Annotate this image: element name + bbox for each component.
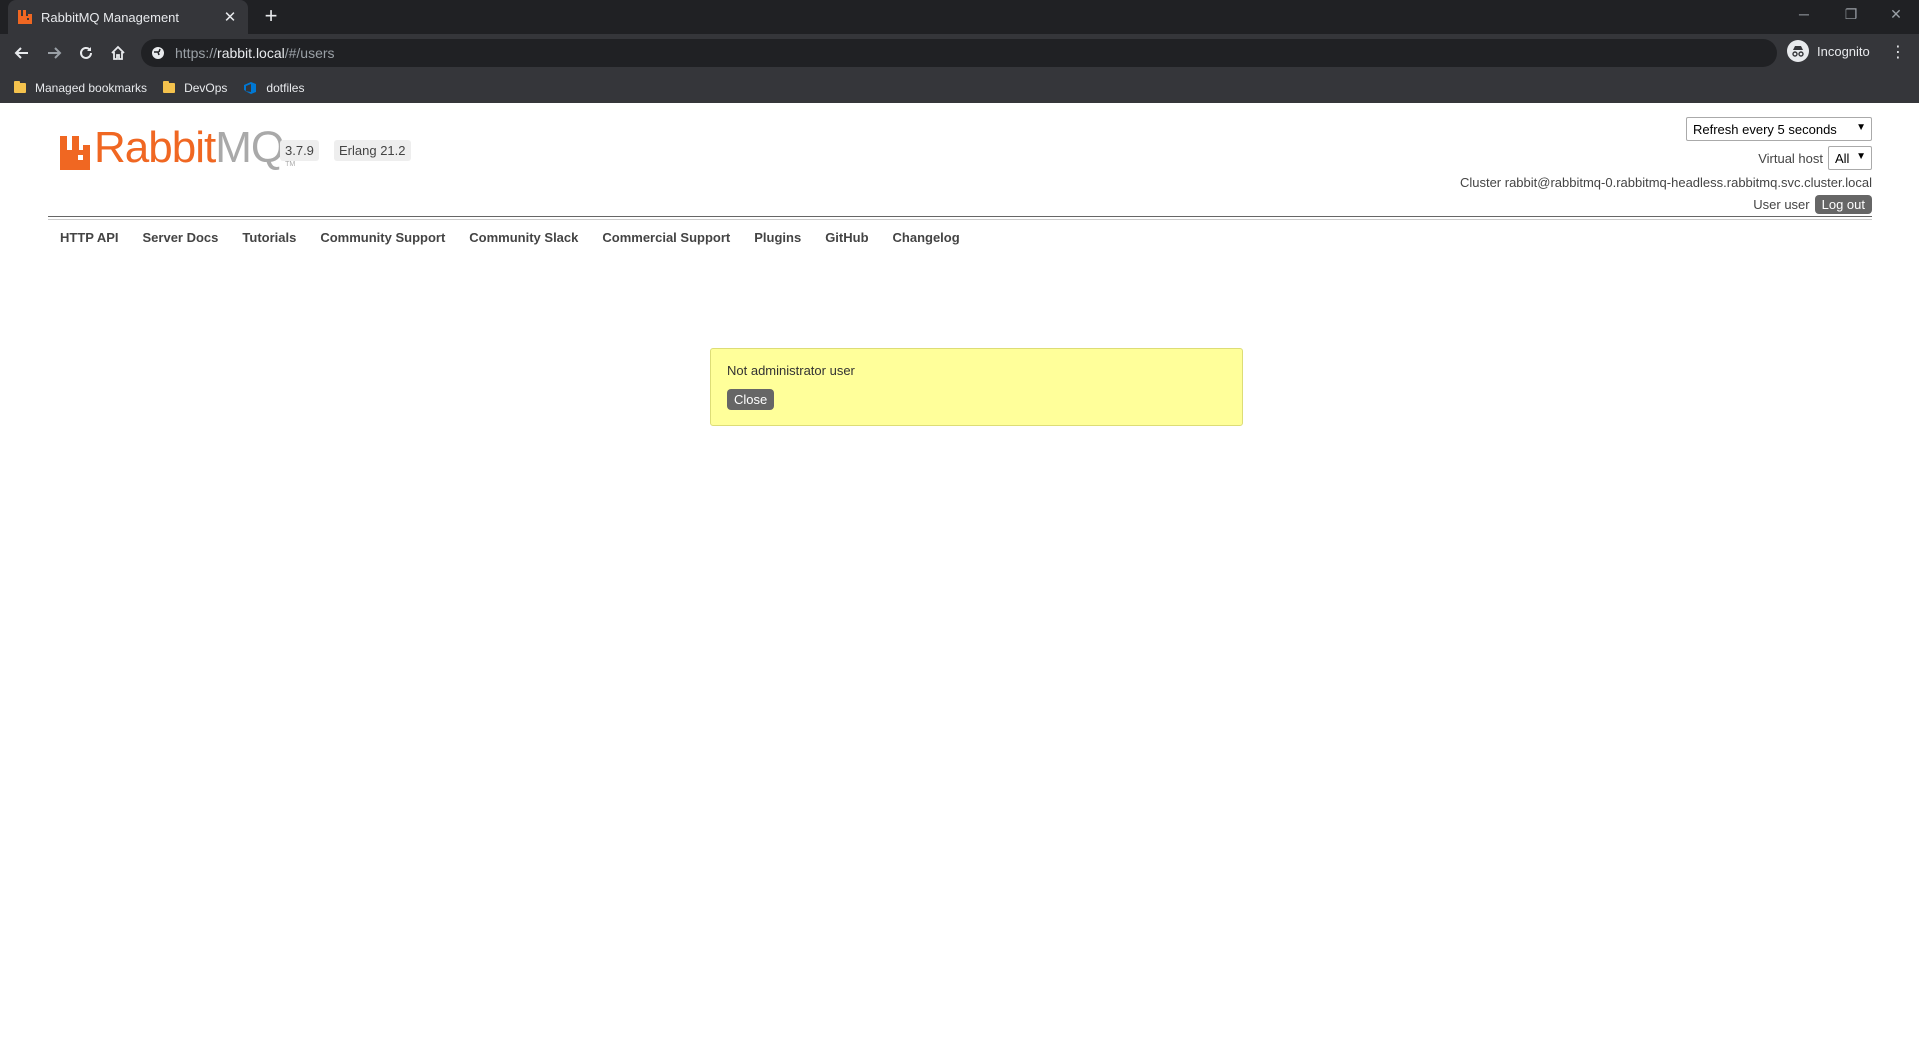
- minimize-icon[interactable]: ─: [1789, 6, 1819, 22]
- nav-link-github[interactable]: GitHub: [825, 230, 868, 245]
- rabbitmq-favicon-icon: [18, 10, 32, 24]
- bookmarks-bar: Managed bookmarks DevOps dotfiles: [0, 72, 1919, 103]
- error-alert: Not administrator user Close: [710, 348, 1243, 426]
- home-icon: [111, 45, 125, 60]
- nav-link-plugins[interactable]: Plugins: [754, 230, 801, 245]
- back-arrow-icon: [14, 47, 28, 59]
- erlang-badge: Erlang 21.2: [334, 140, 411, 161]
- header-divider-secondary: [48, 219, 1872, 220]
- cluster-info: Cluster rabbit@rabbitmq-0.rabbitmq-headl…: [1459, 175, 1872, 190]
- dropdown-arrow-icon: ▼: [1856, 122, 1866, 133]
- footer-nav-links: HTTP API Server Docs Tutorials Community…: [60, 230, 984, 245]
- nav-link-server-docs[interactable]: Server Docs: [143, 230, 219, 245]
- rabbitmq-page: RabbitMQ TM 3.7.9 Erlang 21.2 Refresh ev…: [0, 103, 1919, 1040]
- nav-link-community-support[interactable]: Community Support: [320, 230, 445, 245]
- header-divider: [48, 216, 1872, 217]
- new-tab-button[interactable]: +: [258, 4, 284, 30]
- restore-icon[interactable]: ❐: [1836, 6, 1866, 23]
- virtual-host-label: Virtual host: [1758, 150, 1823, 166]
- rabbitmq-logo-icon: [60, 136, 90, 170]
- incognito-icon: [1787, 40, 1809, 62]
- reload-icon: [80, 46, 92, 59]
- browser-tab[interactable]: RabbitMQ Management ✕: [8, 0, 248, 34]
- tab-strip: RabbitMQ Management ✕ + ─ ❐ ✕: [0, 0, 1919, 34]
- forward-button[interactable]: [38, 37, 70, 69]
- azure-devops-icon: [244, 81, 257, 94]
- dropdown-arrow-icon: ▼: [1856, 151, 1866, 162]
- folder-icon: [163, 80, 176, 93]
- nav-link-http-api[interactable]: HTTP API: [60, 230, 119, 245]
- site-info-icon[interactable]: [151, 46, 165, 60]
- user-info-row: User user Log out: [1753, 195, 1872, 214]
- url-text: https://rabbit.local/#/users: [175, 45, 335, 61]
- window-close-icon[interactable]: ✕: [1881, 6, 1911, 23]
- tab-title: RabbitMQ Management: [41, 9, 180, 25]
- reload-button[interactable]: [70, 37, 102, 69]
- alert-message: Not administrator user: [727, 363, 855, 378]
- forward-arrow-icon: [48, 47, 62, 59]
- browser-toolbar: https://rabbit.local/#/users Incognito ⋮: [0, 34, 1919, 72]
- logo-trademark: TM: [285, 161, 296, 168]
- logout-button[interactable]: Log out: [1814, 195, 1872, 214]
- logo-text: RabbitMQ: [94, 123, 285, 172]
- nav-link-tutorials[interactable]: Tutorials: [242, 230, 296, 245]
- folder-icon: [14, 80, 26, 93]
- bookmark-dotfiles[interactable]: dotfiles: [243, 81, 304, 95]
- bookmark-devops[interactable]: DevOps: [163, 80, 227, 95]
- refresh-interval-select[interactable]: Refresh every 5 seconds ▼: [1686, 117, 1872, 141]
- address-bar[interactable]: https://rabbit.local/#/users: [141, 39, 1777, 67]
- browser-menu-icon[interactable]: ⋮: [1890, 42, 1906, 62]
- virtual-host-select[interactable]: All ▼: [1828, 146, 1872, 170]
- nav-link-changelog[interactable]: Changelog: [893, 230, 960, 245]
- nav-link-community-slack[interactable]: Community Slack: [469, 230, 578, 245]
- user-label: User user: [1753, 197, 1810, 212]
- incognito-indicator[interactable]: Incognito: [1787, 40, 1870, 62]
- home-button[interactable]: [102, 37, 134, 69]
- nav-link-commercial-support[interactable]: Commercial Support: [602, 230, 730, 245]
- incognito-label: Incognito: [1817, 43, 1870, 59]
- bookmark-managed-bookmarks[interactable]: Managed bookmarks: [14, 80, 147, 95]
- alert-close-button[interactable]: Close: [727, 389, 775, 410]
- tab-close-icon[interactable]: ✕: [222, 8, 238, 26]
- virtual-host-row: Virtual host All ▼: [1758, 146, 1872, 170]
- rabbitmq-logo[interactable]: RabbitMQ TM: [60, 126, 295, 170]
- version-badge: 3.7.9: [280, 140, 319, 161]
- browser-chrome: RabbitMQ Management ✕ + ─ ❐ ✕ https://ra…: [0, 0, 1919, 103]
- back-button[interactable]: [6, 37, 38, 69]
